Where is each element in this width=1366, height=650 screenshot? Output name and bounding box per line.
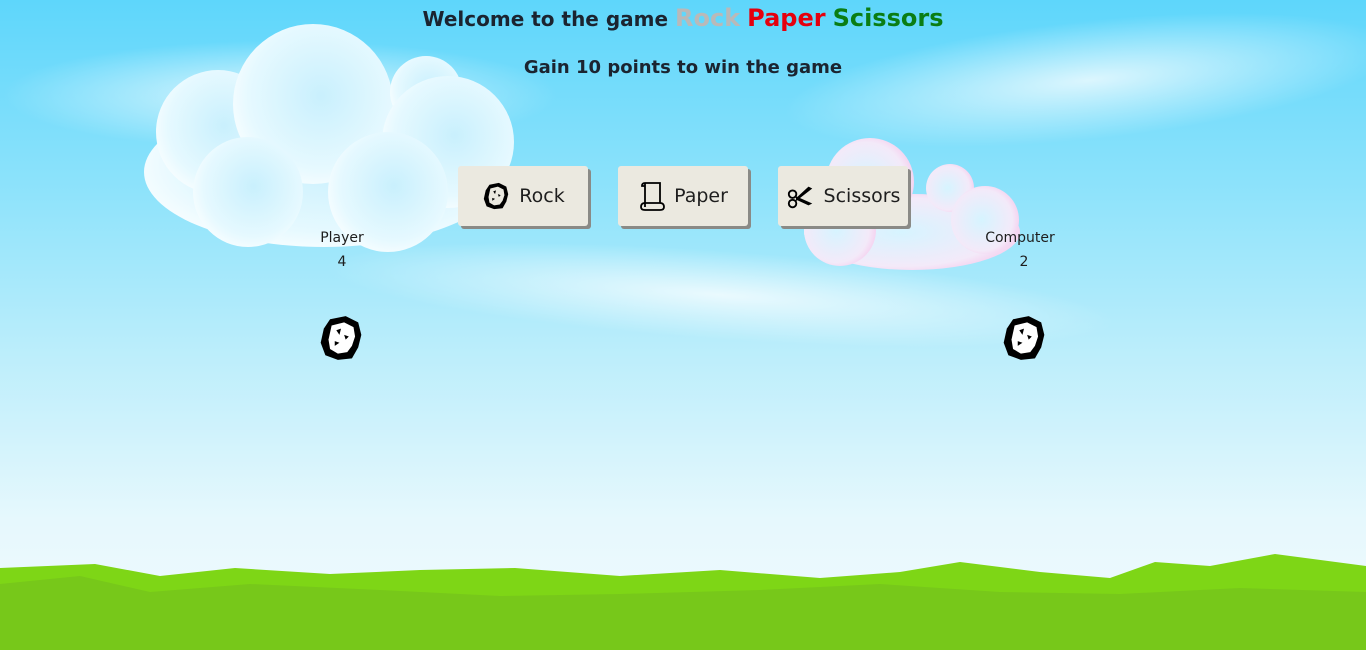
scroll-icon — [640, 182, 665, 211]
scissors-button[interactable]: Scissors — [778, 166, 908, 226]
rock-icon — [484, 182, 509, 210]
grass-ground — [0, 554, 1366, 650]
player-score: 4 — [337, 254, 347, 270]
page-title: Welcome to the game Rock Paper Scissors — [0, 4, 1366, 32]
scissors-button-label: Scissors — [823, 185, 901, 207]
scissors-icon — [787, 186, 812, 209]
computer-score: 2 — [1019, 254, 1029, 270]
rock-button[interactable]: Rock — [458, 166, 588, 226]
computer-choice-rock-icon — [1003, 316, 1045, 360]
computer-label: Computer — [985, 230, 1055, 246]
title-scissors-word: Scissors — [832, 4, 944, 32]
paper-button[interactable]: Paper — [618, 166, 748, 226]
goal-subtitle: Gain 10 points to win the game — [523, 57, 843, 78]
rock-button-label: Rock — [519, 185, 565, 207]
welcome-text: Welcome to the game — [422, 7, 669, 31]
title-paper-word: Paper — [747, 4, 826, 32]
player-choice-rock-icon — [320, 316, 362, 360]
title-rock-word: Rock — [675, 4, 741, 32]
paper-button-label: Paper — [674, 185, 728, 207]
player-label: Player — [320, 230, 364, 246]
